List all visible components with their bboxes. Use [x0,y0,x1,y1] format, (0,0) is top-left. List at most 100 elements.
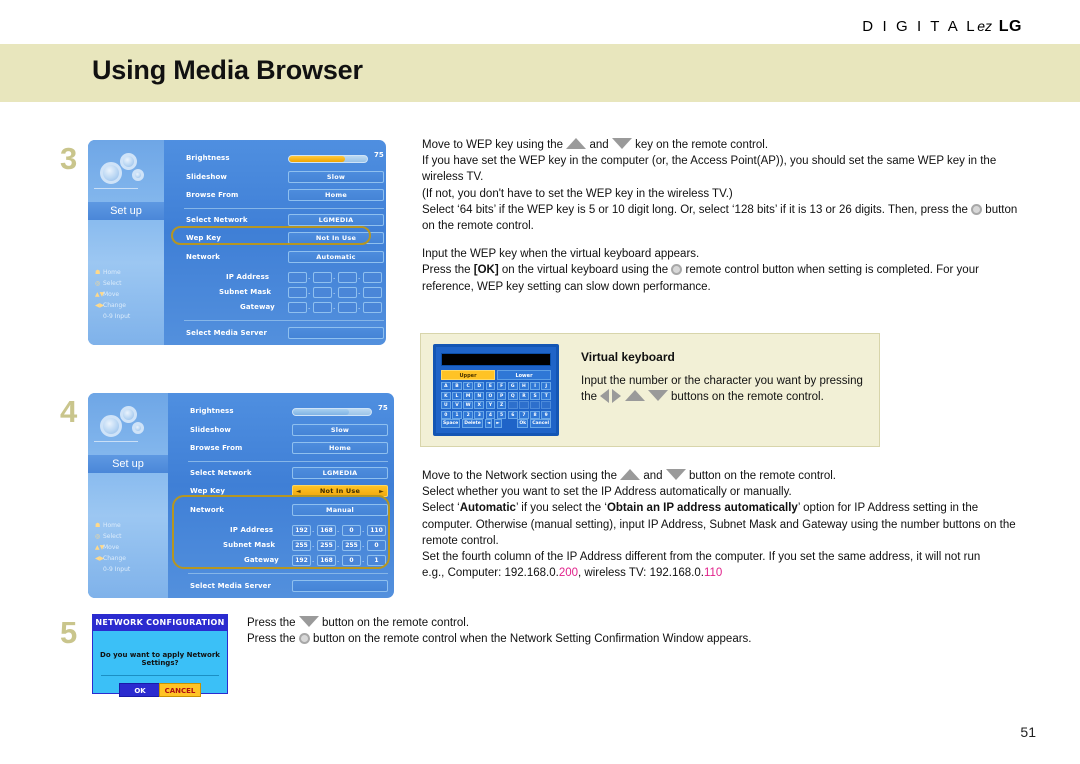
key-right-arrow[interactable]: ► [494,419,502,428]
key-R[interactable]: R [519,391,529,400]
tab-lower[interactable]: Lower [497,370,551,380]
osd3-gateway-octet-1[interactable] [288,302,307,313]
osd3-browse-from-value[interactable]: Home [288,189,384,201]
key-blank-1 [507,401,518,409]
key-L[interactable]: L [452,391,462,400]
key-O[interactable]: O [485,391,496,400]
osd4-subnet-octet-3[interactable]: 255 [342,540,361,551]
key-Z[interactable]: Z [496,401,507,409]
key-D[interactable]: D [474,382,485,390]
key-delete[interactable]: Delete [462,419,483,428]
chevron-left-icon[interactable]: ◄ [296,486,301,497]
osd4-ip-octet-1[interactable]: 192 [292,525,311,536]
computer-ip-last-octet: 200 [558,567,578,580]
key-W[interactable]: W [463,401,473,409]
osd3-network-value[interactable]: Automatic [288,251,384,263]
osd4-setup-tab[interactable]: Set up [88,455,168,473]
osd3-ip-octet-4[interactable] [363,272,382,283]
osd4-gateway-octet-4[interactable]: 1 [367,555,386,566]
key-1[interactable]: 1 [452,410,462,419]
osd4-network-value[interactable]: Manual [292,504,388,516]
key-E[interactable]: E [485,382,496,390]
osd4-ip-octet-3[interactable]: 0 [342,525,361,536]
osd3-select-media-server-value[interactable] [288,327,384,339]
key-ok[interactable]: Ok [517,419,529,428]
osd3-subnet-octet-4[interactable] [363,287,382,298]
key-cancel[interactable]: Cancel [530,419,551,428]
osd4-ip-octet-2[interactable]: 168 [317,525,336,536]
osd4-ip-address-label: IP Address [230,526,274,534]
key-9[interactable]: 9 [541,410,552,419]
key-U[interactable]: U [441,401,451,409]
key-N[interactable]: N [474,391,485,400]
key-V[interactable]: V [452,401,462,409]
key-M[interactable]: M [463,391,473,400]
osd3-select-network-value[interactable]: LGMEDIA [288,214,384,226]
key-P[interactable]: P [496,391,507,400]
osd3-ip-octet-1[interactable] [288,272,307,283]
key-4[interactable]: 4 [485,410,496,419]
osd3-gateway-octet-2[interactable] [313,302,332,313]
tab-upper[interactable]: Upper [441,370,495,380]
osd4-select-media-server-value[interactable] [292,580,388,592]
key-B[interactable]: B [452,382,462,390]
key-Q[interactable]: Q [507,391,518,400]
key-blank-4 [541,401,552,409]
key-3[interactable]: 3 [474,410,485,419]
key-G[interactable]: G [507,382,518,390]
key-6[interactable]: 6 [507,410,518,419]
key-blank-3 [530,401,540,409]
osd3-ip-octet-2[interactable] [313,272,332,283]
key-K[interactable]: K [441,391,451,400]
key-7[interactable]: 7 [519,410,529,419]
key-Y[interactable]: Y [485,401,496,409]
key-0[interactable]: 0 [441,410,451,419]
key-X[interactable]: X [474,401,485,409]
key-5[interactable]: 5 [496,410,507,419]
osd4-panel: Brightness 75 Slideshow Slow Browse From… [168,393,394,598]
osd3-subnet-octet-1[interactable] [288,287,307,298]
osd4-brightness-slider[interactable] [292,408,372,416]
osd4-subnet-octet-2[interactable]: 255 [317,540,336,551]
key-I[interactable]: I [530,382,540,390]
osd3-wep-key-value[interactable]: Not In Use [288,232,384,244]
osd3-slideshow-value[interactable]: Slow [288,171,384,183]
key-left-arrow[interactable]: ◄ [484,419,493,428]
osd3-subnet-octet-3[interactable] [338,287,357,298]
gears-icon [96,403,154,443]
osd3-gateway-octet-3[interactable] [338,302,357,313]
osd4-ip-octet-4[interactable]: 110 [367,525,386,536]
osd4-subnet-octet-1[interactable]: 255 [292,540,311,551]
osd3-brightness-slider[interactable] [288,155,368,163]
osd4-browse-from-value[interactable]: Home [292,442,388,454]
osd4-gateway-octet-2[interactable]: 168 [317,555,336,566]
osd4-gateway-octet-3[interactable]: 0 [342,555,361,566]
page-title: Using Media Browser [92,55,363,85]
numeric-icon [95,311,103,322]
osd4-gateway-octet-1[interactable]: 192 [292,555,311,566]
osd3-gateway-octet-4[interactable] [363,302,382,313]
key-A[interactable]: A [441,382,451,390]
osd4-subnet-octet-4[interactable]: 0 [367,540,386,551]
osd3-brightness-value: 75 [374,151,384,159]
key-T[interactable]: T [541,391,552,400]
key-H[interactable]: H [519,382,529,390]
osd4-slideshow-value[interactable]: Slow [292,424,388,436]
osd3-subnet-octet-2[interactable] [313,287,332,298]
key-2[interactable]: 2 [463,410,473,419]
dialog-cancel-button[interactable]: CANCEL [159,683,201,697]
dialog-ok-button[interactable]: OK [119,683,161,697]
key-S[interactable]: S [530,391,540,400]
key-J[interactable]: J [541,382,552,390]
key-space[interactable]: Space [441,419,461,428]
osd3-setup-tab[interactable]: Set up [88,202,164,220]
chevron-right-icon[interactable]: ► [379,486,384,497]
osd4-select-network-value[interactable]: LGMEDIA [292,467,388,479]
select-icon: ◎ [95,280,101,287]
osd3-ip-octet-3[interactable] [338,272,357,283]
brand-digital: D I G I T A L [862,18,978,35]
key-8[interactable]: 8 [530,410,540,419]
key-F[interactable]: F [496,382,507,390]
key-C[interactable]: C [463,382,473,390]
osd4-wep-key-value[interactable]: ◄ Not In Use ► [292,485,388,497]
